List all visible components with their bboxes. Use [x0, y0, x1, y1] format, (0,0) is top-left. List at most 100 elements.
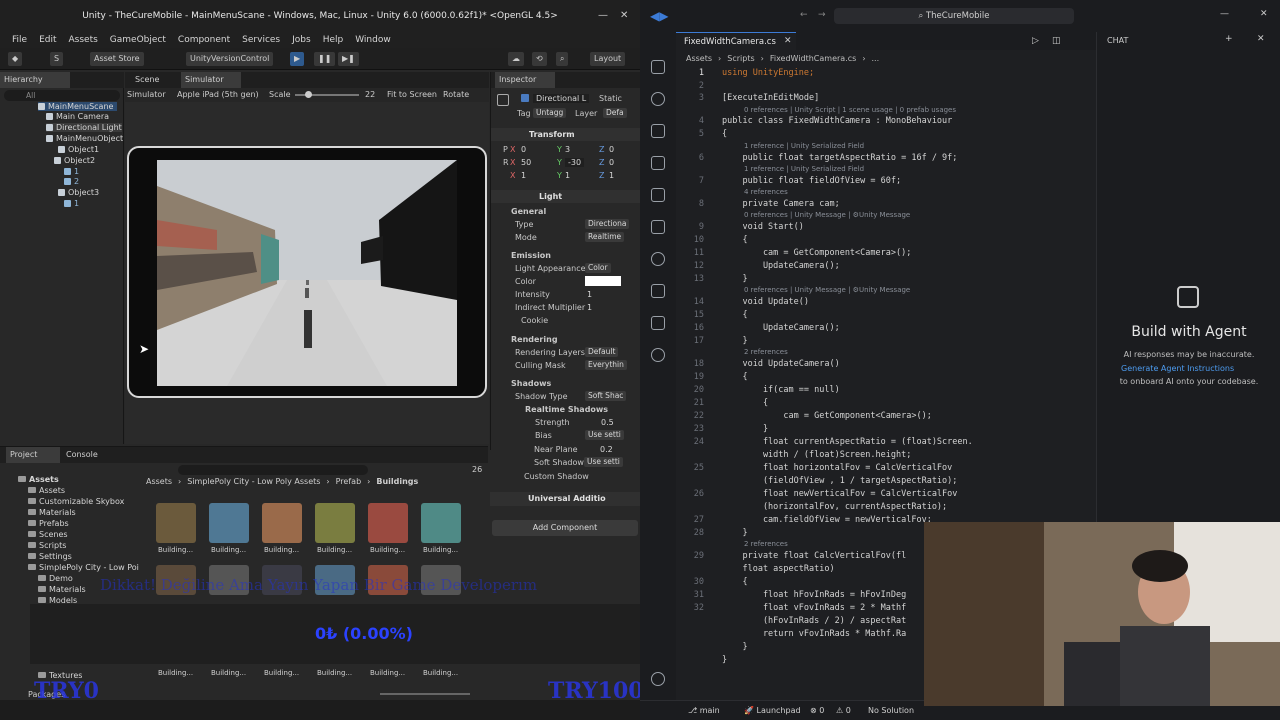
culling-mask-dropdown[interactable]: Everythin [585, 360, 627, 370]
rendering-layers-dropdown[interactable]: Default [585, 347, 619, 357]
building-prefab-thumb[interactable] [209, 503, 249, 543]
tree-item[interactable]: Scenes [28, 530, 68, 539]
layout-dropdown[interactable]: Layout [590, 52, 626, 66]
thumbnail-size-slider[interactable] [380, 693, 470, 695]
version-control-button[interactable]: UnityVersionControl [186, 52, 274, 66]
transform-header[interactable]: Transform [491, 128, 640, 141]
codelens[interactable]: 4 references [744, 188, 788, 196]
close-icon[interactable]: ✕ [1260, 9, 1268, 19]
menu-services[interactable]: Services [242, 35, 280, 45]
scale-x-field[interactable]: 1 [521, 171, 526, 180]
tab-fixedwidthcamera[interactable]: FixedWidthCamera.cs ✕ [676, 32, 796, 50]
crumb-assets[interactable]: Assets [686, 54, 712, 63]
object-name-field[interactable]: Directional L [533, 94, 590, 103]
menu-help[interactable]: Help [323, 35, 344, 45]
source-control-icon[interactable] [651, 124, 665, 138]
bias-dropdown[interactable]: Use setti [585, 430, 624, 440]
device-dropdown[interactable]: Apple iPad (5th gen) [177, 90, 259, 99]
codelens[interactable]: 2 references [744, 540, 788, 548]
soft-shadow-dropdown[interactable]: Use setti [584, 457, 623, 467]
scale-y-field[interactable]: 1 [565, 171, 570, 180]
crumb-assets[interactable]: Assets [146, 477, 172, 486]
near-plane-field[interactable]: 0.2 [600, 445, 613, 454]
history-icon[interactable]: ⟲ [532, 52, 547, 66]
layer-dropdown[interactable]: Defa [603, 108, 627, 118]
rot-y-field[interactable]: -30 [565, 158, 585, 167]
hierarchy-item-object2-child1[interactable]: 1 [64, 167, 79, 176]
add-component-button[interactable]: Add Component [492, 520, 638, 536]
intensity-field[interactable]: 1 [587, 290, 592, 299]
codelens[interactable]: 0 references | Unity Message | ⚙Unity Me… [744, 286, 910, 294]
tree-item[interactable]: Materials [38, 585, 86, 594]
rot-x-field[interactable]: 50 [521, 158, 531, 167]
scale-slider-handle[interactable] [305, 91, 312, 98]
account-button[interactable]: S [50, 52, 64, 66]
hierarchy-item-object3[interactable]: Object3 [58, 188, 99, 197]
menu-file[interactable]: File [12, 35, 27, 45]
run-debug-icon[interactable] [651, 156, 665, 170]
solution-status[interactable]: No Solution [868, 706, 914, 715]
github-icon[interactable] [651, 348, 665, 362]
warnings-count[interactable]: ⚠ 0 [836, 706, 851, 715]
building-prefab-thumb[interactable] [156, 503, 196, 543]
indirect-multiplier-field[interactable]: 1 [587, 303, 592, 312]
extensions-icon[interactable] [651, 188, 665, 202]
codelens[interactable]: 0 references | Unity Script | 1 scene us… [744, 106, 956, 114]
pos-y-field[interactable]: 3 [565, 145, 570, 154]
tree-item[interactable]: Materials [28, 508, 76, 517]
unity-logo-icon[interactable]: ◆ [8, 52, 23, 66]
tab-hierarchy[interactable]: Hierarchy [0, 72, 70, 88]
split-editor-icon[interactable]: ◫ [1052, 36, 1061, 46]
rotate-button[interactable]: Rotate [443, 90, 469, 99]
command-center-search[interactable]: ⌕ TheCureMobile [834, 8, 1074, 24]
general-section[interactable]: General [511, 207, 546, 216]
generate-instructions-link[interactable]: Generate Agent Instructions [1121, 364, 1234, 373]
tree-item[interactable]: Prefabs [28, 519, 69, 528]
asset-store-button[interactable]: Asset Store [90, 52, 144, 66]
menu-jobs[interactable]: Jobs [292, 35, 311, 45]
color-swatch[interactable] [585, 276, 621, 286]
hierarchy-item-directional-light[interactable]: Directional Light [46, 123, 122, 132]
scale-z-field[interactable]: 1 [609, 171, 614, 180]
new-chat-icon[interactable]: + [1225, 34, 1233, 44]
search-icon[interactable]: ⌕ [556, 52, 569, 66]
building-prefab-thumb[interactable] [262, 503, 302, 543]
close-icon[interactable]: ✕ [620, 10, 628, 21]
type-dropdown[interactable]: Directiona [585, 219, 630, 229]
building-prefab-thumb[interactable] [368, 503, 408, 543]
light-appearance-dropdown[interactable]: Color [585, 263, 611, 273]
crumb-prefab[interactable]: Prefab [336, 477, 362, 486]
remote-icon[interactable] [651, 316, 665, 330]
hierarchy-item-scene[interactable]: MainMenuScane [38, 102, 118, 111]
hierarchy-item-object2[interactable]: Object2 [54, 156, 95, 165]
play-button[interactable]: ▶ [290, 52, 305, 66]
hierarchy-item-mainmenuobject[interactable]: MainMenuObject [46, 134, 123, 143]
close-tab-icon[interactable]: ✕ [784, 36, 792, 46]
close-panel-icon[interactable]: ✕ [1257, 34, 1265, 44]
timeline-icon[interactable] [651, 252, 665, 266]
active-checkbox[interactable] [521, 94, 529, 102]
crumb-file[interactable]: FixedWidthCamera.cs [770, 54, 856, 63]
menu-assets[interactable]: Assets [69, 35, 98, 45]
codelens[interactable]: 1 reference | Unity Serialized Field [744, 165, 864, 173]
tree-item[interactable]: Settings [28, 552, 72, 561]
rot-z-field[interactable]: 0 [609, 158, 614, 167]
static-label[interactable]: Static [599, 94, 622, 103]
forward-icon[interactable]: → [818, 10, 826, 20]
game-view-screen[interactable] [157, 160, 457, 386]
hierarchy-item-object2-child2[interactable]: 2 [64, 177, 79, 186]
tree-item[interactable]: SimplePoly City - Low Poi [28, 563, 139, 572]
tag-dropdown[interactable]: Untagg [533, 108, 567, 118]
building-prefab-thumb[interactable] [421, 503, 461, 543]
shadows-section[interactable]: Shadows [511, 379, 551, 388]
step-button[interactable]: ▶❚ [338, 52, 359, 66]
crumb-buildings[interactable]: Buildings [376, 477, 418, 486]
project-search-input[interactable] [178, 465, 368, 475]
explorer-icon[interactable] [651, 60, 665, 74]
emission-section[interactable]: Emission [511, 251, 551, 260]
hierarchy-item-object3-child1[interactable]: 1 [64, 199, 79, 208]
minimize-icon[interactable]: — [1220, 9, 1229, 19]
branch-indicator[interactable]: ⎇ main [688, 706, 720, 715]
settings-gear-icon[interactable] [651, 672, 665, 686]
tab-simulator[interactable]: Simulator [181, 72, 241, 88]
